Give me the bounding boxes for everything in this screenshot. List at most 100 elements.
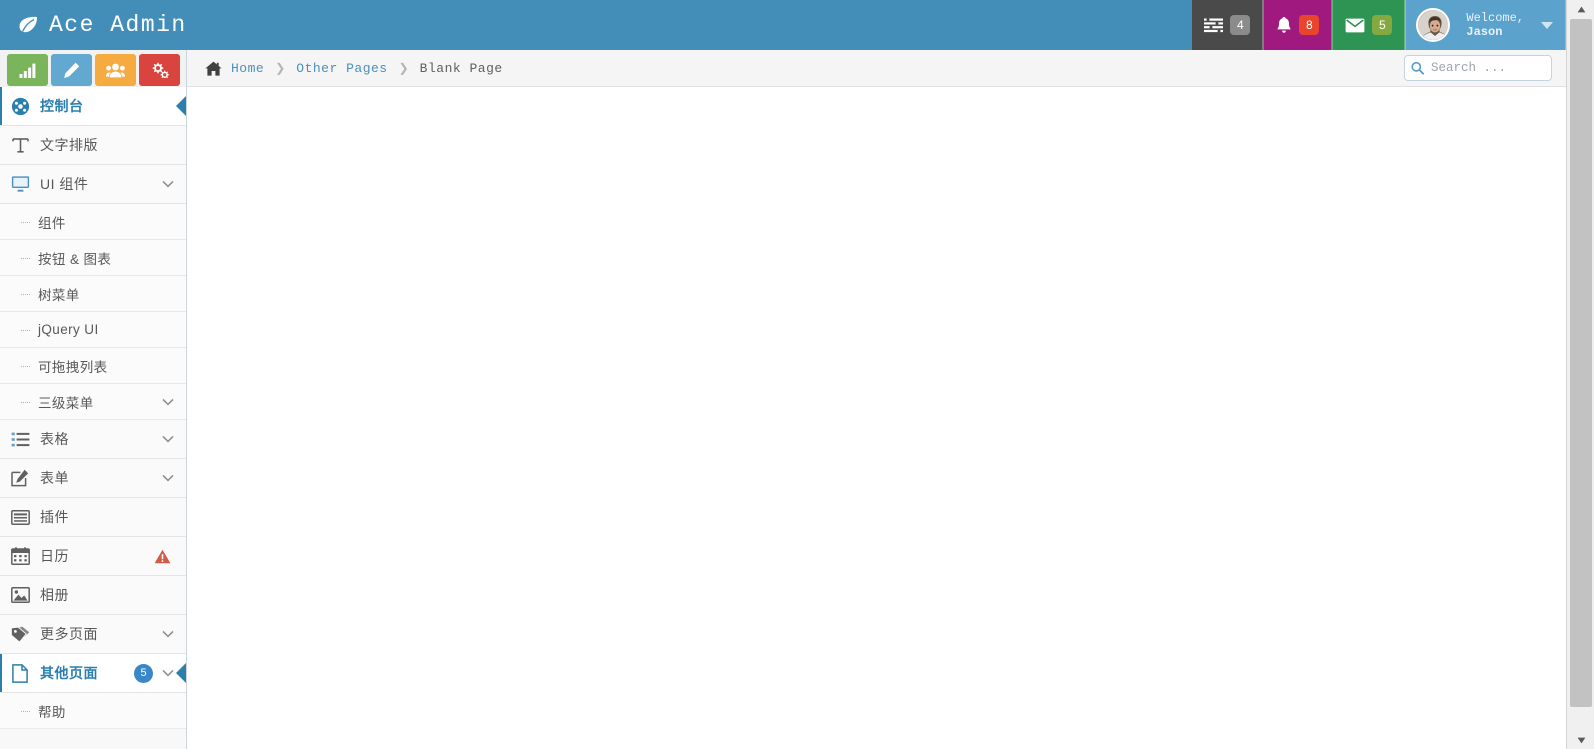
sidebar-item-gallery[interactable]: 相册: [0, 576, 186, 615]
sidebar-subitem-label: 帮助: [38, 704, 66, 720]
plugin-icon: [0, 509, 40, 525]
pencil-icon: [63, 62, 80, 79]
signal-icon: [19, 63, 36, 78]
group-icon: [106, 63, 125, 78]
user-menu-button[interactable]: Welcome, Jason: [1405, 0, 1566, 50]
sidebar-item-more-pages[interactable]: 更多页面: [0, 615, 186, 654]
search-input[interactable]: [1404, 55, 1552, 81]
sidebar-item-label: 其他页面: [40, 665, 98, 681]
tasks-button[interactable]: 4: [1191, 0, 1264, 50]
sidebar-subitem-label: jQuery UI: [38, 322, 99, 337]
list-icon: [0, 432, 40, 447]
search-icon: [1411, 61, 1424, 75]
envelope-icon: [1345, 18, 1365, 33]
sidebar-item-label: 表格: [40, 431, 69, 447]
users-shortcut[interactable]: [95, 54, 136, 86]
sidebar-item-plugins[interactable]: 插件: [0, 498, 186, 537]
sidebar-item-dashboard[interactable]: 控制台: [0, 87, 186, 126]
sidebar-item-forms[interactable]: 表单: [0, 459, 186, 498]
breadcrumb-item-other-pages[interactable]: Other Pages: [296, 61, 387, 76]
brand-title: Ace Admin: [49, 12, 187, 38]
sidebar-item-typography[interactable]: 文字排版: [0, 126, 186, 165]
scroll-up-arrow[interactable]: [1567, 0, 1594, 18]
sidebar-item-label: UI 组件: [40, 176, 89, 192]
bell-icon: [1276, 16, 1292, 34]
edit-shortcut[interactable]: [51, 54, 92, 86]
sidebar-subitem-label: 组件: [38, 215, 66, 231]
warning-icon: [154, 549, 171, 564]
sidebar-subitem-treeview[interactable]: 树菜单: [0, 276, 186, 312]
sidebar-item-label: 日历: [40, 548, 69, 564]
dashboard-icon: [0, 97, 40, 116]
breadcrumb-item-current: Blank Page: [419, 60, 503, 76]
scroll-down-arrow[interactable]: [1567, 731, 1594, 749]
messages-button[interactable]: 5: [1332, 0, 1406, 50]
chevron-down-icon: [1541, 21, 1553, 29]
notifications-button[interactable]: 8: [1263, 0, 1333, 50]
sidebar-shortcuts: [0, 50, 187, 87]
tag-icon: [0, 626, 40, 642]
monitor-icon: [0, 175, 40, 193]
tasks-badge: 4: [1230, 15, 1251, 35]
navbar-actions: 4 8 5 Welcome, Jason: [1191, 0, 1566, 50]
sidebar-subitem-nestable-list[interactable]: 可拖拽列表: [0, 348, 186, 384]
sidebar-subitem-components[interactable]: 组件: [0, 204, 186, 240]
main-content: [188, 87, 1566, 749]
sidebar-subitem-label: 按钮 & 图表: [38, 251, 112, 267]
scrollbar-thumb[interactable]: [1570, 19, 1592, 707]
sidebar-submenu-ui: 组件 按钮 & 图表 树菜单 jQuery UI 可拖拽列表 三级菜单: [0, 204, 186, 420]
welcome-username: Jason: [1466, 25, 1503, 39]
chevron-down-icon: [161, 628, 174, 641]
sidebar-item-label: 控制台: [40, 98, 84, 114]
sidebar-item-label: 文字排版: [40, 137, 98, 153]
breadcrumb-bar: Home ❯ Other Pages ❯ Blank Page: [187, 50, 1566, 87]
breadcrumb-item-home[interactable]: Home: [231, 61, 264, 76]
chevron-down-icon: [161, 667, 174, 680]
breadcrumb: Home ❯ Other Pages ❯ Blank Page: [205, 61, 503, 76]
sidebar-subitem-label: 可拖拽列表: [38, 359, 108, 375]
brand[interactable]: Ace Admin: [0, 0, 190, 50]
sidebar-menu: 控制台 文字排版 UI 组件 组件 按钮 & 图表 树菜单 jQuery UI …: [0, 87, 186, 729]
welcome-text: Welcome, Jason: [1466, 11, 1524, 39]
sidebar-subitem-help[interactable]: 帮助: [0, 693, 186, 729]
sidebar-subitem-buttons-charts[interactable]: 按钮 & 图表: [0, 240, 186, 276]
sidebar-subitem-label: 三级菜单: [38, 395, 94, 411]
chevron-down-icon: [161, 433, 174, 446]
sidebar-item-ui-components[interactable]: UI 组件: [0, 165, 186, 204]
page-scrollbar[interactable]: [1566, 0, 1594, 749]
messages-badge: 5: [1372, 15, 1393, 35]
typography-icon: [0, 136, 40, 155]
search-box: [1404, 55, 1552, 81]
leaf-icon: [17, 15, 39, 35]
page-root: Ace Admin 4 8 5 Welcome, Jason Home ❯ Ot…: [0, 0, 1594, 749]
sidebar-item-label: 插件: [40, 509, 69, 525]
picture-icon: [0, 587, 40, 603]
navbar-spacer: [190, 0, 1191, 50]
chevron-down-icon: [161, 472, 174, 485]
avatar: [1416, 8, 1451, 42]
file-icon: [0, 663, 40, 683]
sidebar-item-label: 表单: [40, 470, 69, 486]
sidebar-item-other-pages[interactable]: 其他页面 5: [0, 654, 186, 693]
notifications-badge: 8: [1299, 15, 1320, 35]
sidebar-submenu-other: 帮助: [0, 693, 186, 729]
sidebar-subitem-three-level-menu[interactable]: 三级菜单: [0, 384, 186, 420]
edit-icon: [0, 469, 40, 487]
top-navbar: Ace Admin 4 8 5 Welcome, Jason: [0, 0, 1566, 50]
chart-shortcut[interactable]: [7, 54, 48, 86]
calendar-icon: [0, 547, 40, 565]
settings-shortcut[interactable]: [139, 54, 180, 86]
tasks-icon: [1204, 17, 1224, 33]
sidebar-item-calendar[interactable]: 日历: [0, 537, 186, 576]
chevron-down-icon: [161, 395, 174, 408]
sidebar-subitem-jquery-ui[interactable]: jQuery UI: [0, 312, 186, 348]
sidebar-item-label: 更多页面: [40, 626, 98, 642]
chevron-down-icon: [161, 178, 174, 191]
sidebar-item-badge: 5: [134, 663, 153, 683]
sidebar: 控制台 文字排版 UI 组件 组件 按钮 & 图表 树菜单 jQuery UI …: [0, 87, 187, 749]
sidebar-subitem-label: 树菜单: [38, 287, 80, 303]
sidebar-item-tables[interactable]: 表格: [0, 420, 186, 459]
sidebar-item-label: 相册: [40, 587, 69, 603]
home-icon[interactable]: [205, 61, 222, 76]
breadcrumb-separator: ❯: [398, 61, 409, 75]
